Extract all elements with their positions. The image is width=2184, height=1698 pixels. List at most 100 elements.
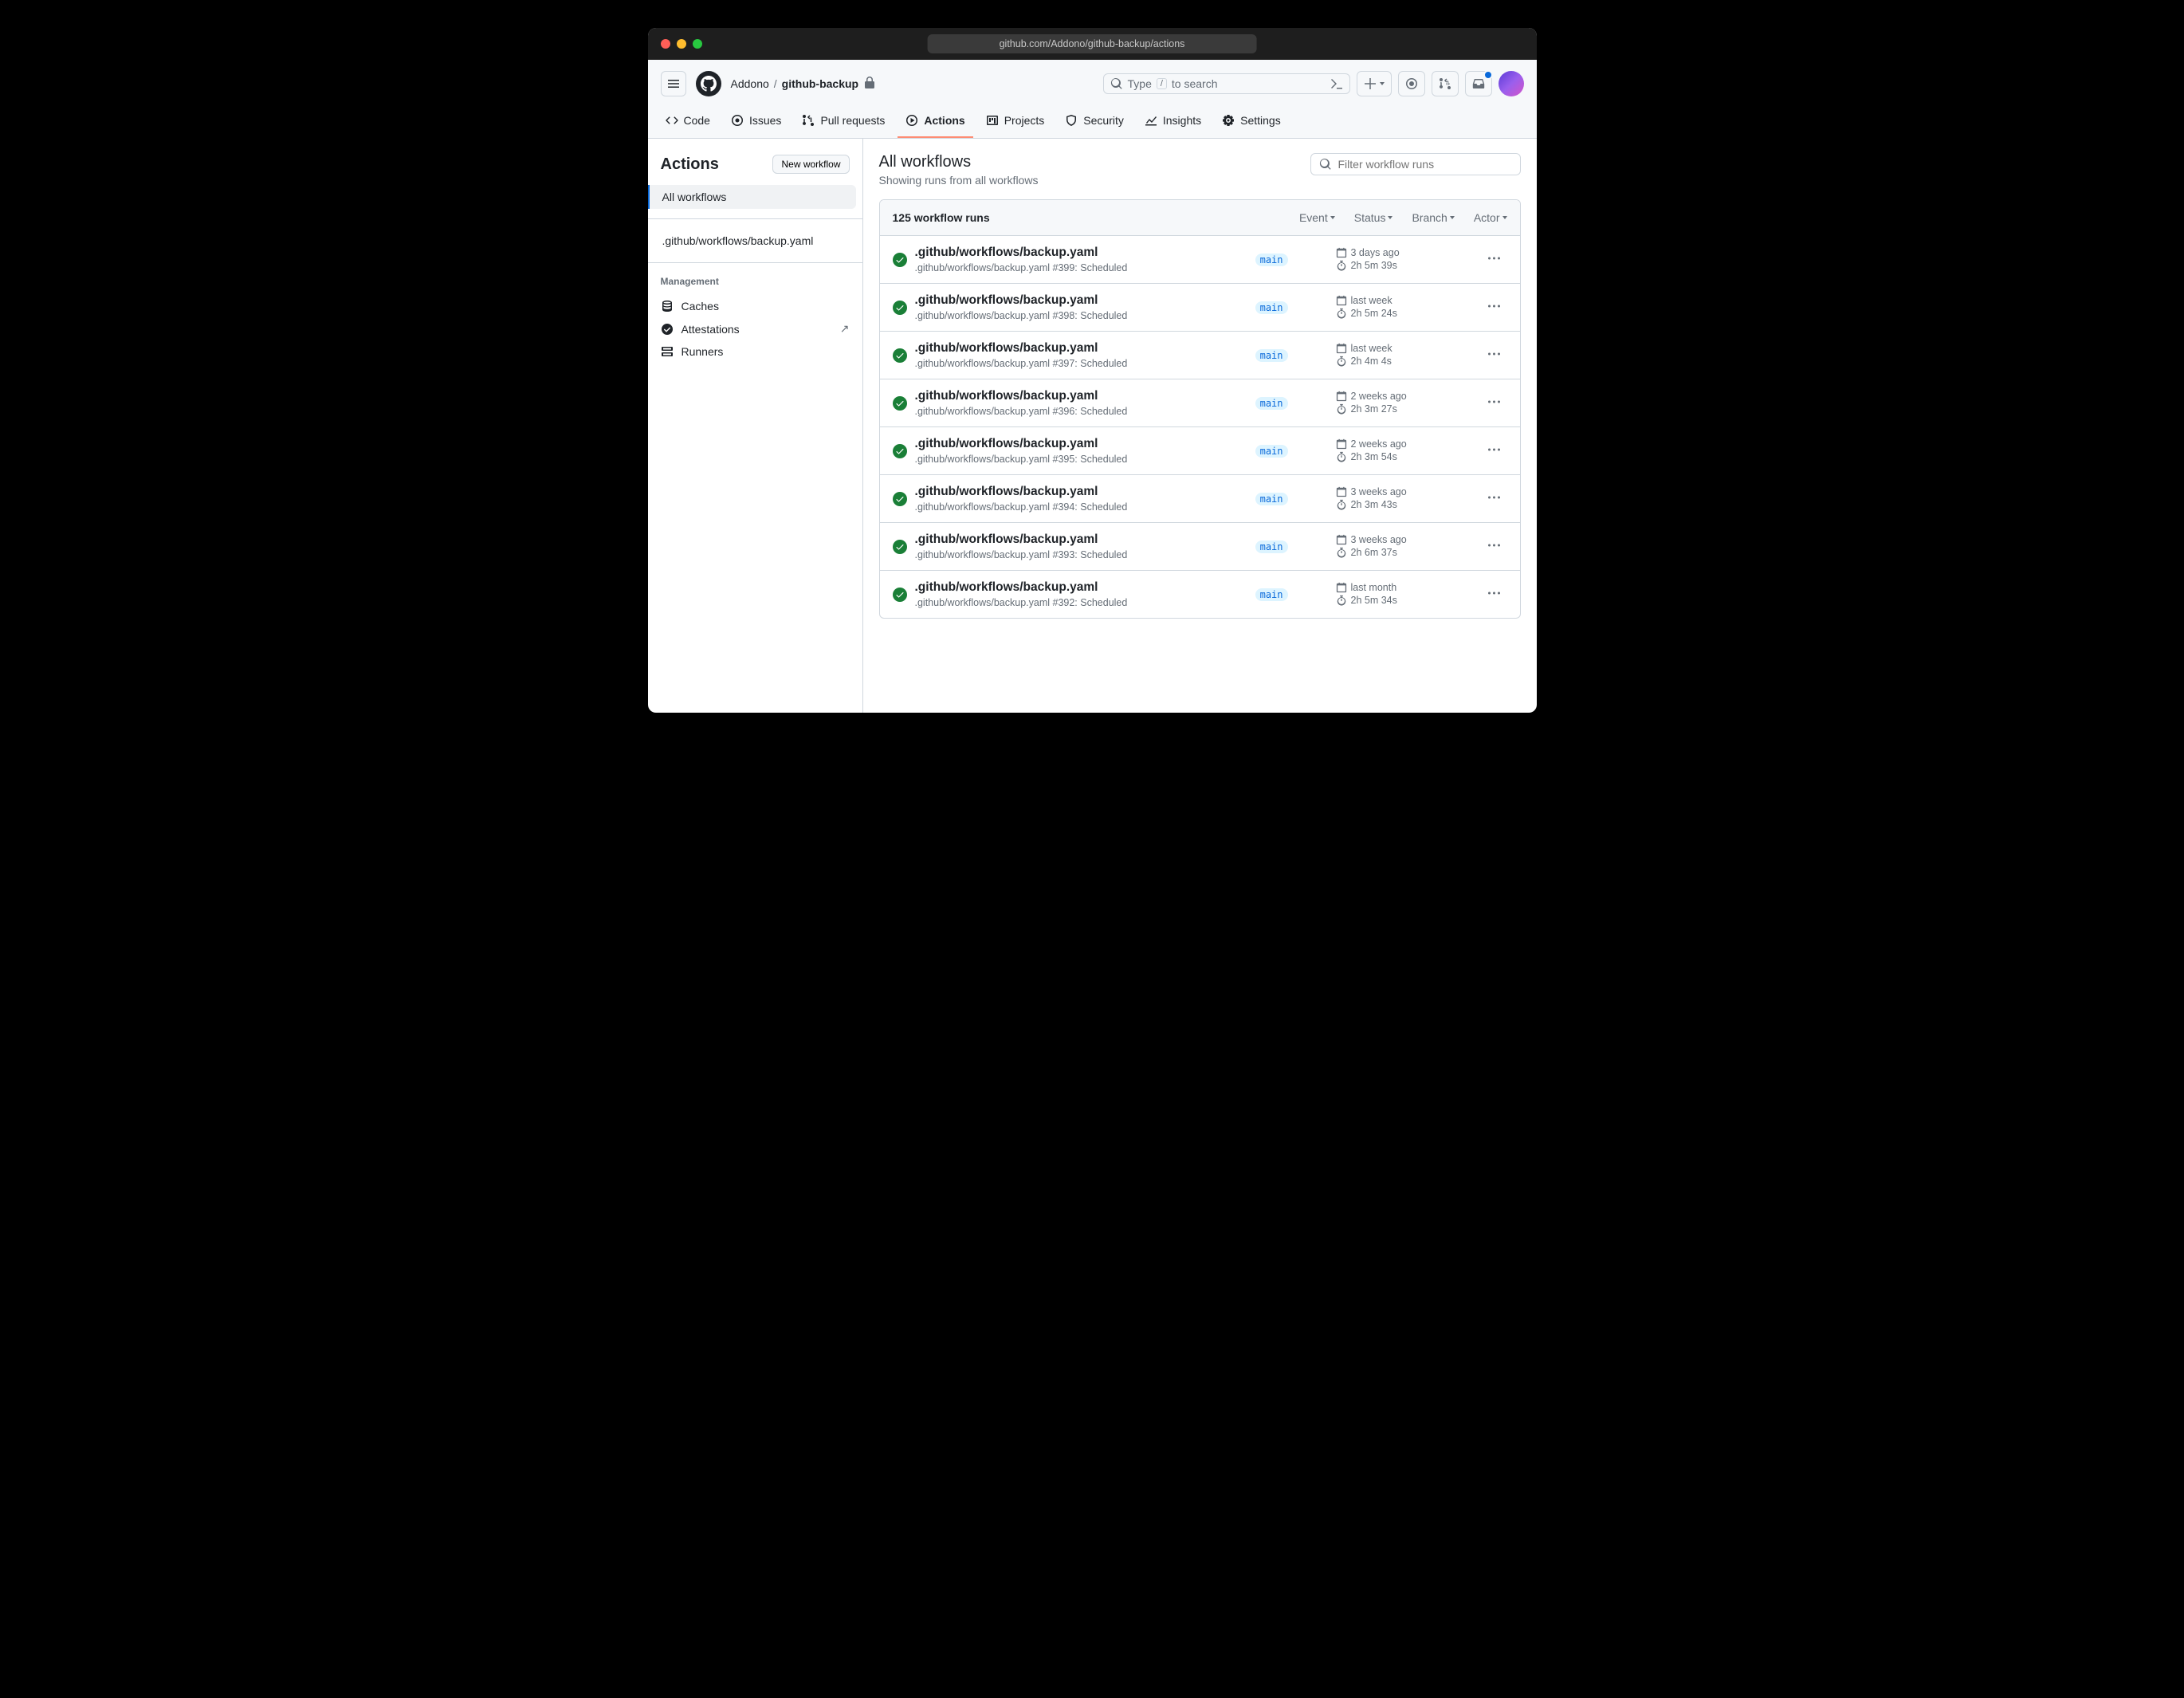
branch-tag[interactable]: main bbox=[1255, 588, 1288, 601]
management-label: Management bbox=[648, 273, 862, 295]
sidebar-item-attestations[interactable]: Attestations ↗ bbox=[648, 317, 862, 340]
global-search[interactable]: Type / to search bbox=[1103, 73, 1350, 94]
sidebar-item-all-workflows[interactable]: All workflows bbox=[648, 185, 856, 209]
browser-chrome: github.com/Addono/github-backup/actions bbox=[648, 28, 1537, 60]
kebab-icon bbox=[1488, 539, 1501, 552]
minimize-window-button[interactable] bbox=[677, 39, 686, 49]
run-row[interactable]: .github/workflows/backup.yaml .github/wo… bbox=[880, 284, 1520, 332]
url-bar[interactable]: github.com/Addono/github-backup/actions bbox=[928, 34, 1257, 53]
sidebar-item-caches[interactable]: Caches bbox=[648, 295, 862, 317]
status-success-icon bbox=[893, 588, 907, 602]
lock-icon bbox=[863, 77, 876, 92]
run-duration: 2h 5m 39s bbox=[1336, 260, 1475, 271]
run-menu-button[interactable] bbox=[1482, 491, 1507, 506]
search-prefix: Type bbox=[1128, 77, 1152, 90]
run-title[interactable]: .github/workflows/backup.yaml bbox=[915, 246, 1210, 260]
issues-button[interactable] bbox=[1398, 71, 1425, 96]
breadcrumb-owner[interactable]: Addono bbox=[731, 77, 769, 90]
run-time: 3 weeks ago bbox=[1336, 534, 1475, 545]
calendar-icon bbox=[1336, 438, 1347, 450]
tab-actions[interactable]: Actions bbox=[898, 108, 972, 138]
tab-code[interactable]: Code bbox=[658, 108, 718, 138]
filter-status[interactable]: Status bbox=[1354, 211, 1393, 224]
run-duration: 2h 3m 43s bbox=[1336, 499, 1475, 510]
github-logo[interactable] bbox=[696, 71, 721, 96]
calendar-icon bbox=[1336, 247, 1347, 258]
tab-issues[interactable]: Issues bbox=[723, 108, 789, 138]
branch-tag[interactable]: main bbox=[1255, 397, 1288, 410]
breadcrumb-repo[interactable]: github-backup bbox=[782, 77, 858, 90]
new-workflow-button[interactable]: New workflow bbox=[772, 155, 849, 174]
kebab-icon bbox=[1488, 395, 1501, 408]
run-title[interactable]: .github/workflows/backup.yaml bbox=[915, 293, 1210, 308]
branch-tag[interactable]: main bbox=[1255, 445, 1288, 458]
shield-icon bbox=[1065, 114, 1078, 127]
tab-security[interactable]: Security bbox=[1057, 108, 1132, 138]
pull-requests-button[interactable] bbox=[1432, 71, 1459, 96]
kebab-icon bbox=[1488, 252, 1501, 265]
kebab-icon bbox=[1488, 300, 1501, 312]
tab-projects[interactable]: Projects bbox=[978, 108, 1053, 138]
close-window-button[interactable] bbox=[661, 39, 670, 49]
menu-button[interactable] bbox=[661, 71, 686, 96]
maximize-window-button[interactable] bbox=[693, 39, 702, 49]
run-menu-button[interactable] bbox=[1482, 539, 1507, 554]
run-menu-button[interactable] bbox=[1482, 348, 1507, 363]
run-duration: 2h 6m 37s bbox=[1336, 547, 1475, 558]
run-row[interactable]: .github/workflows/backup.yaml .github/wo… bbox=[880, 236, 1520, 284]
run-time: last week bbox=[1336, 343, 1475, 354]
tab-settings[interactable]: Settings bbox=[1214, 108, 1289, 138]
run-menu-button[interactable] bbox=[1482, 300, 1507, 315]
run-row[interactable]: .github/workflows/backup.yaml .github/wo… bbox=[880, 427, 1520, 475]
run-row[interactable]: .github/workflows/backup.yaml .github/wo… bbox=[880, 475, 1520, 523]
stopwatch-icon bbox=[1336, 403, 1347, 415]
caret-down-icon bbox=[1330, 216, 1335, 219]
run-row[interactable]: .github/workflows/backup.yaml .github/wo… bbox=[880, 379, 1520, 427]
caret-down-icon bbox=[1388, 216, 1392, 219]
plus-icon bbox=[1364, 77, 1377, 90]
run-title[interactable]: .github/workflows/backup.yaml bbox=[915, 485, 1210, 499]
run-duration: 2h 4m 4s bbox=[1336, 356, 1475, 367]
run-time: last week bbox=[1336, 295, 1475, 306]
gear-icon bbox=[1222, 114, 1235, 127]
filter-runs-input[interactable] bbox=[1338, 158, 1512, 171]
run-menu-button[interactable] bbox=[1482, 443, 1507, 458]
issue-opened-icon bbox=[731, 114, 744, 127]
content: All workflows Showing runs from all work… bbox=[863, 139, 1537, 713]
run-title[interactable]: .github/workflows/backup.yaml bbox=[915, 389, 1210, 403]
sidebar-item-runners[interactable]: Runners bbox=[648, 340, 862, 363]
database-icon bbox=[661, 300, 674, 312]
run-row[interactable]: .github/workflows/backup.yaml .github/wo… bbox=[880, 332, 1520, 379]
run-subtitle: .github/workflows/backup.yaml #397: Sche… bbox=[915, 358, 1210, 369]
breadcrumb: Addono / github-backup bbox=[731, 77, 877, 92]
run-menu-button[interactable] bbox=[1482, 395, 1507, 411]
branch-tag[interactable]: main bbox=[1255, 301, 1288, 314]
filter-actor[interactable]: Actor bbox=[1474, 211, 1507, 224]
tab-pull-requests[interactable]: Pull requests bbox=[794, 108, 893, 138]
run-title[interactable]: .github/workflows/backup.yaml bbox=[915, 437, 1210, 451]
branch-tag[interactable]: main bbox=[1255, 349, 1288, 362]
sidebar-item-workflow[interactable]: .github/workflows/backup.yaml bbox=[648, 229, 862, 253]
filter-event[interactable]: Event bbox=[1299, 211, 1335, 224]
run-title[interactable]: .github/workflows/backup.yaml bbox=[915, 580, 1210, 595]
notifications-button[interactable] bbox=[1465, 71, 1492, 96]
tab-insights[interactable]: Insights bbox=[1137, 108, 1209, 138]
filter-runs-box[interactable] bbox=[1310, 153, 1521, 175]
create-new-button[interactable] bbox=[1357, 71, 1392, 96]
run-title[interactable]: .github/workflows/backup.yaml bbox=[915, 533, 1210, 547]
run-row[interactable]: .github/workflows/backup.yaml .github/wo… bbox=[880, 523, 1520, 571]
run-menu-button[interactable] bbox=[1482, 587, 1507, 602]
run-menu-button[interactable] bbox=[1482, 252, 1507, 267]
branch-tag[interactable]: main bbox=[1255, 540, 1288, 553]
user-avatar[interactable] bbox=[1499, 71, 1524, 96]
branch-tag[interactable]: main bbox=[1255, 254, 1288, 266]
sidebar-title: Actions bbox=[661, 155, 719, 174]
run-subtitle: .github/workflows/backup.yaml #398: Sche… bbox=[915, 310, 1210, 321]
calendar-icon bbox=[1336, 343, 1347, 354]
run-row[interactable]: .github/workflows/backup.yaml .github/wo… bbox=[880, 571, 1520, 618]
caret-down-icon bbox=[1380, 82, 1385, 85]
run-title[interactable]: .github/workflows/backup.yaml bbox=[915, 341, 1210, 356]
calendar-icon bbox=[1336, 534, 1347, 545]
branch-tag[interactable]: main bbox=[1255, 493, 1288, 505]
filter-branch[interactable]: Branch bbox=[1412, 211, 1454, 224]
